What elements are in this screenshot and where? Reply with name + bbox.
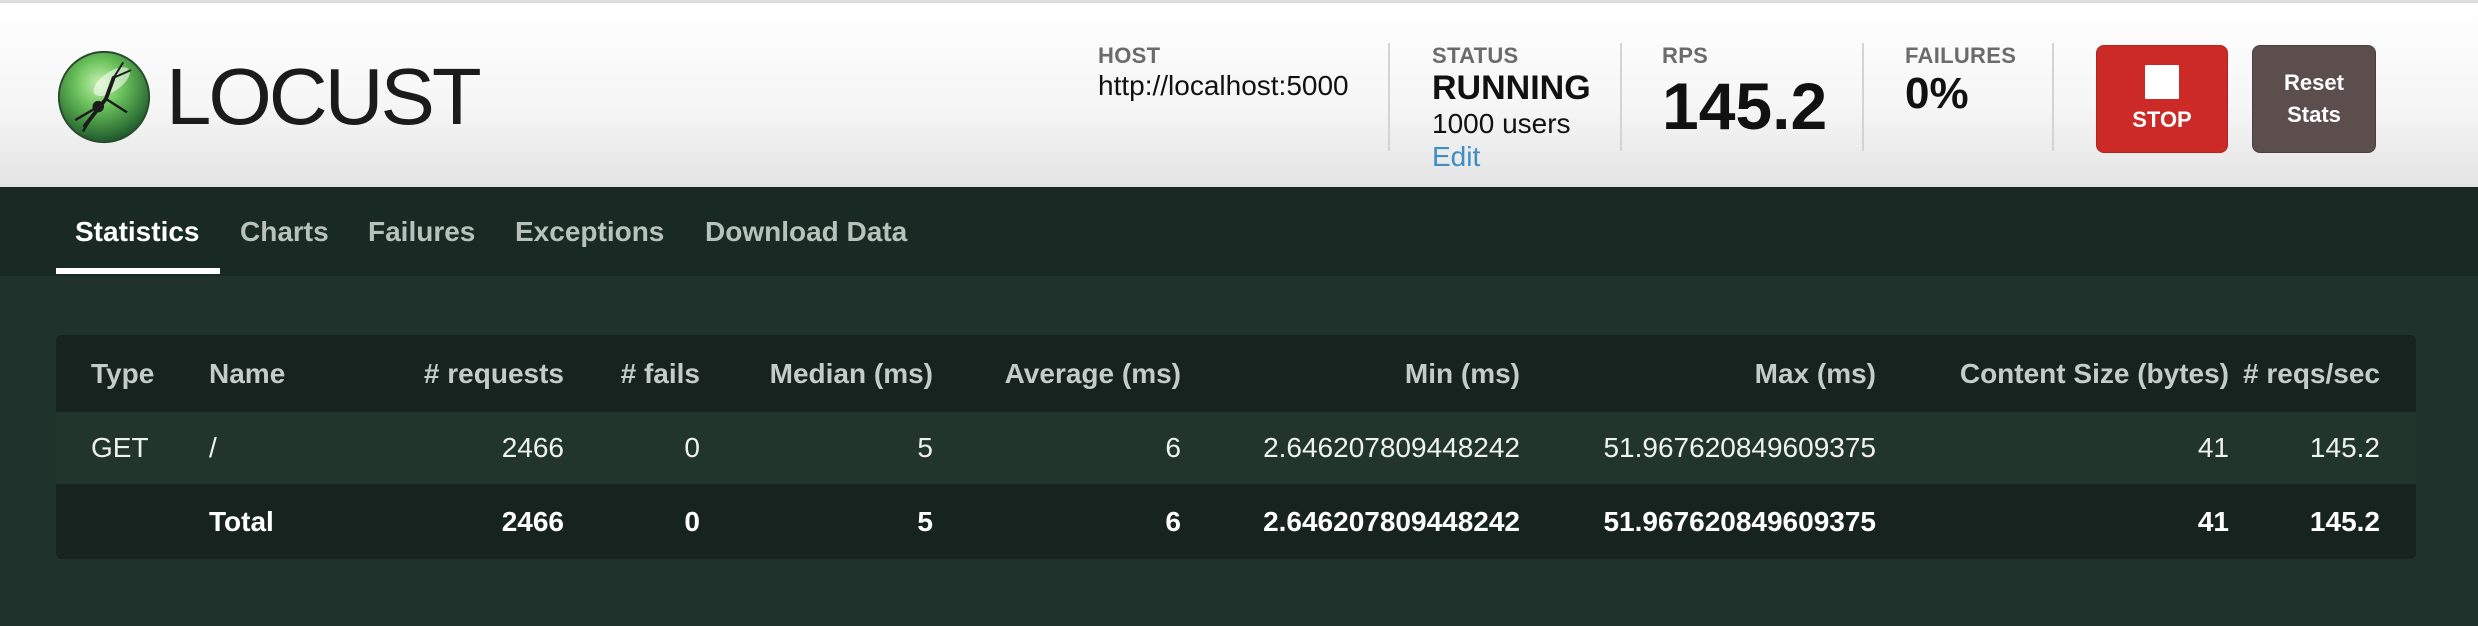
stop-button[interactable]: STOP	[2096, 45, 2228, 153]
cell-content-size: 41	[2197, 432, 2229, 463]
rps-label: RPS	[1662, 43, 1709, 68]
column-header-max[interactable]: Max (ms)	[1755, 335, 1876, 412]
cell-min: 2.646207809448242	[1263, 432, 1520, 463]
column-header-type[interactable]: Type	[91, 335, 154, 412]
tab-bar: Statistics Charts Failures Exceptions Do…	[0, 187, 2478, 276]
status-label: STATUS	[1432, 43, 1519, 68]
edit-users-link[interactable]: Edit	[1432, 141, 1591, 173]
stop-button-label: STOP	[2132, 107, 2192, 132]
table-header-row: Type Name # requests # fails Median (ms)…	[56, 335, 2416, 412]
cell-type: GET	[91, 432, 149, 463]
total-label: Total	[209, 506, 274, 537]
logo-text: LOCUST	[166, 52, 482, 141]
column-header-content-size[interactable]: Content Size (bytes)	[1960, 335, 2229, 412]
column-header-fails[interactable]: # fails	[621, 335, 700, 412]
failures-label: FAILURES	[1905, 43, 2017, 68]
cell-requests: 2466	[501, 432, 564, 463]
reset-button-label-line1: Reset	[2284, 70, 2344, 95]
cell-name: /	[209, 432, 217, 463]
status-value: RUNNING	[1432, 69, 1591, 107]
table-row: GET / 2466 0 5 6 2.646207809448242 51.96…	[56, 412, 2416, 484]
cell-average: 6	[1165, 432, 1181, 463]
stop-icon	[2145, 65, 2179, 99]
column-header-min[interactable]: Min (ms)	[1405, 335, 1520, 412]
statistics-table: Type Name # requests # fails Median (ms)…	[56, 335, 2416, 559]
column-header-median[interactable]: Median (ms)	[770, 335, 933, 412]
header-divider	[1620, 43, 1622, 151]
rps-info: RPS 145.2	[1662, 43, 1827, 141]
host-info: HOST http://localhost:5000	[1098, 43, 1349, 103]
total-min: 2.646207809448242	[1263, 506, 1520, 537]
cell-median: 5	[917, 432, 933, 463]
total-fails: 0	[684, 506, 700, 537]
total-average: 6	[1165, 506, 1181, 537]
rps-value: 145.2	[1662, 69, 1828, 143]
column-header-name[interactable]: Name	[209, 335, 285, 412]
header-divider	[1388, 43, 1390, 151]
total-max: 51.967620849609375	[1603, 506, 1876, 537]
reset-button-label-line2: Stats	[2287, 102, 2341, 127]
table-total-row: Total 2466 0 5 6 2.646207809448242 51.96…	[56, 484, 2416, 559]
tab-download-data[interactable]: Download Data	[705, 187, 907, 276]
cell-reqs-per-sec: 145.2	[2309, 432, 2380, 463]
locust-logo[interactable]: LOCUST	[56, 47, 482, 147]
column-header-average[interactable]: Average (ms)	[1005, 335, 1181, 412]
reset-stats-button[interactable]: Reset Stats	[2252, 45, 2376, 153]
column-header-requests[interactable]: # requests	[424, 335, 564, 412]
tab-exceptions[interactable]: Exceptions	[515, 187, 664, 276]
failures-value: 0%	[1905, 69, 1969, 118]
host-label: HOST	[1098, 43, 1161, 68]
header-divider	[2052, 43, 2054, 151]
tab-charts[interactable]: Charts	[240, 187, 329, 276]
cell-fails: 0	[684, 432, 700, 463]
active-tab-indicator	[56, 268, 220, 274]
total-reqs-per-sec: 145.2	[2309, 506, 2380, 537]
header-divider	[1862, 43, 1864, 151]
header-bar: LOCUST HOST http://localhost:5000 STATUS…	[0, 0, 2478, 187]
status-info: STATUS RUNNING 1000 users Edit	[1432, 43, 1591, 173]
total-median: 5	[917, 506, 933, 537]
host-value: http://localhost:5000	[1098, 70, 1349, 101]
locust-logo-icon	[57, 50, 151, 144]
tab-failures[interactable]: Failures	[368, 187, 475, 276]
cell-max: 51.967620849609375	[1603, 432, 1876, 463]
failures-info: FAILURES 0%	[1905, 43, 2016, 119]
tab-statistics[interactable]: Statistics	[75, 187, 200, 276]
column-header-reqs-per-sec[interactable]: # reqs/sec	[2243, 335, 2380, 412]
total-content-size: 41	[2197, 506, 2229, 537]
total-requests: 2466	[501, 506, 564, 537]
user-count: 1000 users	[1432, 108, 1571, 139]
